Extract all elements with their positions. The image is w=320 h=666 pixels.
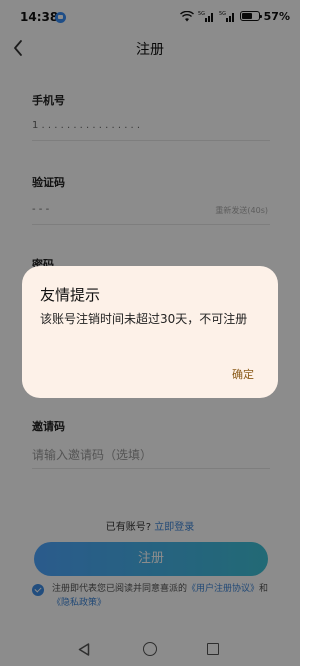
alert-dialog: 友情提示 该账号注销时间未超过30天，不可注册 确定 (22, 266, 278, 398)
dialog-title: 友情提示 (40, 286, 101, 304)
dialog-confirm-button[interactable]: 确定 (232, 366, 254, 382)
dialog-message: 该账号注销时间未超过30天，不可注册 (40, 312, 248, 326)
